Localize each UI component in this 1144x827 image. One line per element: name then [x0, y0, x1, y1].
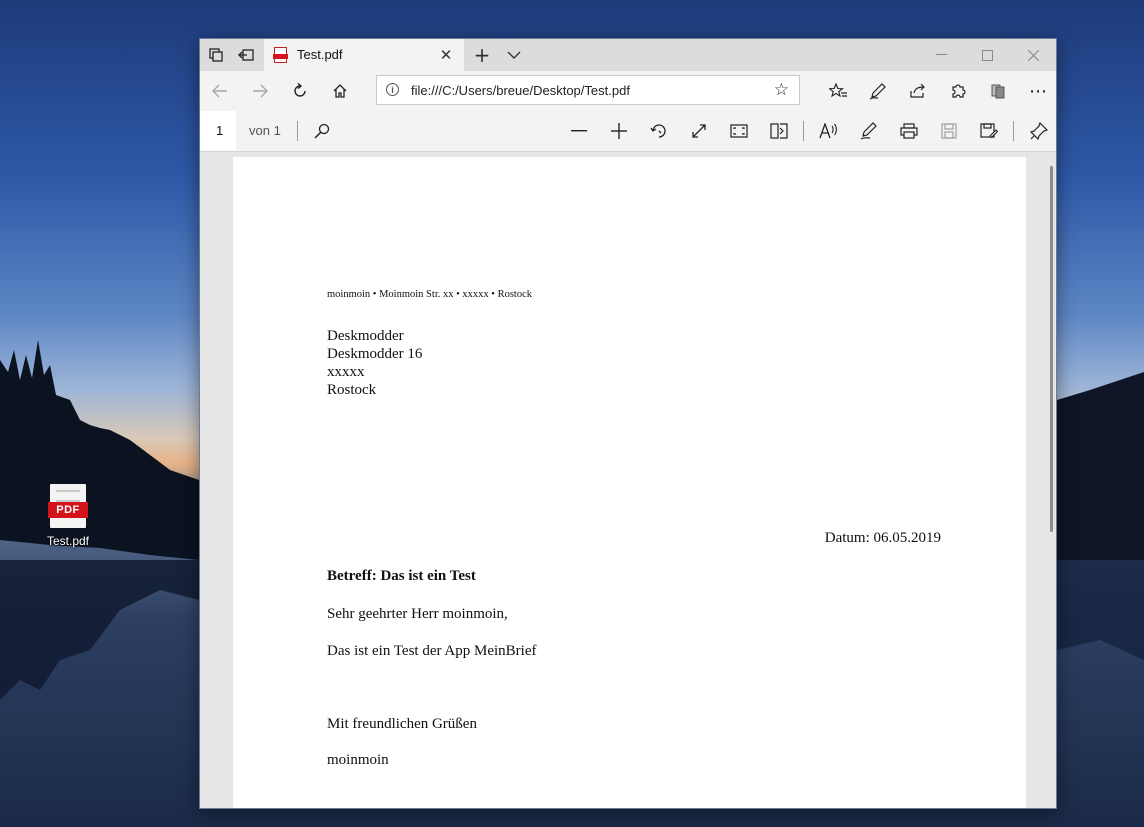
letter-date: Datum: 06.05.2019 [824, 530, 941, 546]
maximize-icon[interactable] [964, 39, 1010, 71]
refresh-icon[interactable] [288, 79, 312, 103]
toolbar-separator [297, 121, 298, 141]
browser-window: Test.pdf ✕ + i file:///C:/Users/breue/De… [199, 38, 1057, 809]
recipient-address: Deskmodder Deskmodder 16 xxxxx Rostock [327, 327, 422, 399]
letter-signature: moinmoin [327, 752, 389, 768]
plus-icon[interactable]: + [472, 43, 492, 67]
toolbar-separator [803, 121, 804, 141]
puzzle-icon[interactable] [946, 79, 970, 103]
toolbar-separator [1013, 121, 1014, 141]
hill-silhouette [1057, 372, 1144, 560]
save-icon[interactable] [936, 119, 962, 143]
pdf-viewport[interactable]: moinmoin • Moinmoin Str. xx • xxxxx • Ro… [200, 152, 1056, 808]
close-window-icon[interactable] [1010, 39, 1056, 71]
tab-actions-icon[interactable] [206, 45, 226, 65]
fit-to-width-icon[interactable] [686, 119, 712, 143]
info-icon[interactable]: i [386, 83, 399, 96]
zoom-in-icon[interactable] [606, 119, 632, 143]
letter-salutation: Sehr geehrter Herr moinmoin, [327, 606, 508, 622]
hill-reflection [1057, 560, 1144, 660]
chevron-down-icon[interactable] [504, 45, 524, 65]
vertical-scrollbar[interactable] [1050, 166, 1053, 532]
title-bar: Test.pdf ✕ + [200, 39, 1056, 71]
fit-to-page-icon[interactable] [726, 119, 752, 143]
rotate-icon[interactable] [646, 119, 672, 143]
draw-icon[interactable] [856, 119, 882, 143]
favorites-list-icon[interactable] [826, 79, 850, 103]
sender-line: moinmoin • Moinmoin Str. xx • xxxxx • Ro… [327, 289, 533, 300]
pdf-page: moinmoin • Moinmoin Str. xx • xxxxx • Ro… [233, 157, 1026, 808]
recipient-line: Deskmodder [327, 328, 404, 344]
pdf-tab-icon [273, 47, 288, 63]
pdf-file-icon: PDF [48, 484, 88, 528]
more-icon[interactable]: ⋯ [1026, 79, 1050, 103]
desktop-file-label: Test.pdf [46, 534, 90, 548]
save-as-icon[interactable] [976, 119, 1002, 143]
letter-subject: Betreff: Das ist ein Test [327, 568, 476, 584]
home-icon[interactable] [328, 79, 352, 103]
letter-body: Das ist ein Test der App MeinBrief [327, 643, 537, 659]
set-aside-tabs-icon[interactable] [236, 45, 256, 65]
share-icon[interactable] [906, 79, 930, 103]
pdf-toolbar: 1 von 1 [200, 111, 1056, 152]
page-count-label: von 1 [249, 123, 281, 138]
print-icon[interactable] [896, 119, 922, 143]
arrow-left-icon[interactable] [208, 79, 232, 103]
address-bar: i file:///C:/Users/breue/Desktop/Test.pd… [200, 71, 1056, 112]
collections-icon[interactable] [986, 79, 1010, 103]
minimize-icon[interactable] [918, 39, 964, 71]
read-aloud-icon[interactable] [816, 119, 842, 143]
tab-title: Test.pdf [297, 47, 343, 62]
page-view-icon[interactable] [766, 119, 792, 143]
recipient-line: xxxxx [327, 364, 365, 380]
pdf-badge: PDF [48, 502, 88, 518]
forest-reflection [0, 560, 199, 700]
arrow-right-icon[interactable] [248, 79, 272, 103]
search-icon[interactable] [309, 119, 335, 143]
page-number-input[interactable]: 1 [200, 111, 236, 151]
url-text: file:///C:/Users/breue/Desktop/Test.pdf [411, 83, 630, 98]
pen-icon[interactable] [866, 79, 890, 103]
close-tab-icon[interactable]: ✕ [436, 45, 456, 65]
tab-test-pdf[interactable]: Test.pdf ✕ [264, 39, 464, 71]
recipient-line: Rostock [327, 382, 377, 398]
url-field[interactable]: i file:///C:/Users/breue/Desktop/Test.pd… [376, 75, 800, 105]
star-icon[interactable]: ☆ [774, 80, 789, 100]
letter-closing: Mit freundlichen Grüßen [327, 716, 477, 732]
desktop-file-test-pdf[interactable]: PDF Test.pdf [36, 484, 100, 548]
recipient-line: Deskmodder 16 [327, 346, 423, 362]
pin-toolbar-icon[interactable] [1026, 119, 1052, 143]
zoom-out-icon[interactable] [566, 119, 592, 143]
